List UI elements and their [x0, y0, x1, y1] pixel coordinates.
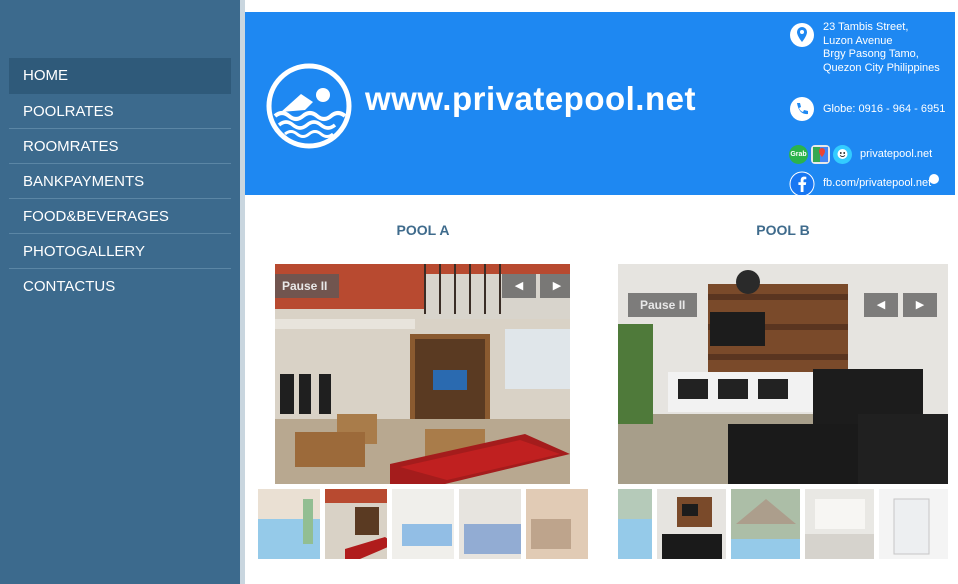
- nav-item-home[interactable]: HOME: [9, 58, 231, 94]
- pool-a-pause-button[interactable]: Pause II: [275, 274, 340, 298]
- location-pin-icon: [790, 23, 814, 47]
- pool-b-pause-button[interactable]: Pause II: [628, 293, 698, 317]
- thumbnail[interactable]: [878, 489, 948, 559]
- prev-arrow-icon[interactable]: ◀: [864, 293, 898, 317]
- next-arrow-icon[interactable]: ▶: [540, 274, 570, 298]
- thumbnail[interactable]: [804, 489, 874, 559]
- thumbnail[interactable]: [526, 489, 588, 559]
- nav-item-photogallery[interactable]: PHOTOGALLERY: [9, 234, 231, 269]
- address-row: 23 Tambis Street, Luzon Avenue Brgy Paso…: [789, 21, 940, 75]
- pool-b-slider[interactable]: Pause II ◀ ▶: [618, 264, 948, 484]
- next-arrow-icon[interactable]: ▶: [903, 293, 937, 317]
- address-line: Luzon Avenue: [823, 34, 893, 47]
- site-url: www.privatepool.net: [365, 80, 696, 117]
- thumbnail[interactable]: [459, 489, 521, 559]
- nav-item-food-beverages[interactable]: FOOD&BEVERAGES: [9, 199, 231, 234]
- thumbnail[interactable]: [392, 489, 454, 559]
- pool-a-thumbnails: [258, 489, 588, 559]
- pool-b-thumbnails: [618, 489, 948, 559]
- phone-row: Globe: 0916 - 964 - 6951: [789, 96, 945, 122]
- banner-dot: [929, 174, 939, 184]
- thumbnail[interactable]: [618, 489, 652, 559]
- main-nav: HOME POOLRATES ROOMRATES BANKPAYMENTS FO…: [9, 58, 231, 304]
- prev-arrow-icon[interactable]: ◀: [502, 274, 536, 298]
- waze-icon[interactable]: [833, 145, 852, 164]
- address-line: 23 Tambis Street,: [823, 21, 909, 33]
- app-icons: Grab: [789, 145, 852, 164]
- facebook-row: fb.com/privatepool.net: [789, 171, 931, 195]
- sidebar: HOME POOLRATES ROOMRATES BANKPAYMENTS FO…: [0, 0, 240, 584]
- pool-b-title: POOL B: [756, 222, 810, 238]
- apps-row: Grab privatepool.net: [789, 145, 932, 164]
- phone-icon: [790, 97, 814, 121]
- grab-icon[interactable]: Grab: [789, 145, 808, 164]
- pool-a-title: POOL A: [396, 222, 450, 238]
- nav-item-contactus[interactable]: CONTACTUS: [9, 269, 231, 304]
- thumbnail[interactable]: [325, 489, 387, 559]
- nav-item-bankpayments[interactable]: BANKPAYMENTS: [9, 164, 231, 199]
- thumbnail[interactable]: [258, 489, 320, 559]
- swimmer-logo-icon: [266, 63, 352, 149]
- google-maps-icon[interactable]: [811, 145, 830, 164]
- address-line: Quezon City Philippines: [823, 61, 940, 74]
- facebook-icon[interactable]: [789, 171, 815, 195]
- facebook-link[interactable]: fb.com/privatepool.net: [823, 177, 931, 191]
- phone-number: Globe: 0916 - 964 - 6951: [823, 103, 946, 115]
- nav-item-roomrates[interactable]: ROOMRATES: [9, 129, 231, 164]
- nav-item-poolrates[interactable]: POOLRATES: [9, 94, 231, 129]
- pool-a-slider[interactable]: Pause II ◀ ▶: [275, 264, 570, 484]
- thumbnail[interactable]: [730, 489, 800, 559]
- header-banner: www.privatepool.net 23 Tambis Street, Lu…: [245, 12, 955, 195]
- apps-link[interactable]: privatepool.net: [860, 148, 932, 162]
- thumbnail[interactable]: [656, 489, 726, 559]
- address-line: Brgy Pasong Tamo,: [823, 48, 919, 60]
